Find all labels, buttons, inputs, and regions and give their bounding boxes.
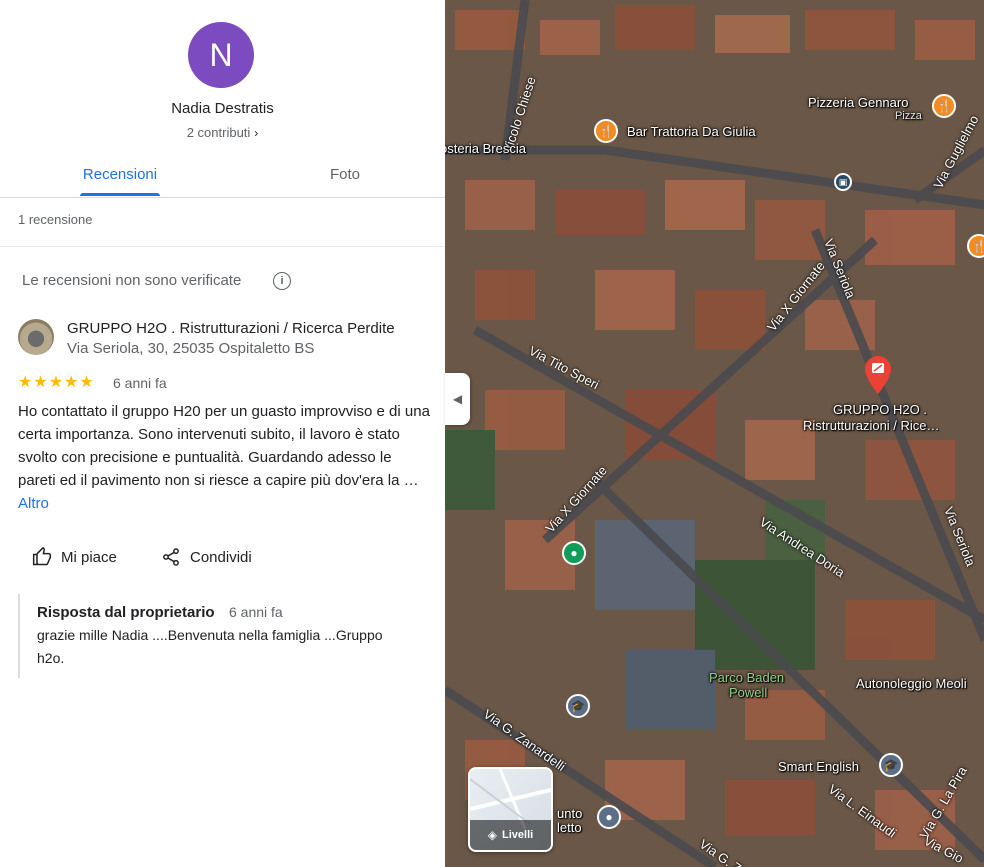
more-link[interactable]: Altro [18, 495, 49, 512]
business-name[interactable]: GRUPPO H2O . Ristrutturazioni / Ricerca … [67, 320, 395, 337]
owner-reply: Risposta dal proprietario 6 anni fa graz… [18, 594, 428, 678]
school-pin-icon[interactable]: 🎓 [566, 694, 590, 718]
map-view[interactable]: Vicolo Chiese Via Tito Speri Via X Giorn… [445, 0, 984, 867]
selected-place-label-line2[interactable]: Ristrutturazioni / Rice… [803, 418, 940, 433]
review-count: 1 recensione [18, 212, 93, 227]
side-panel: N Nadia Destratis 2 contributi › Recensio… [0, 0, 445, 867]
place-label[interactable]: osteria Brescia [445, 141, 526, 156]
share-icon [163, 548, 179, 566]
review-date: 6 anni fa [113, 375, 167, 391]
star-icon: ★ [48, 374, 64, 391]
tab-bar: Recensioni Foto [0, 150, 445, 198]
owner-reply-date: 6 anni fa [229, 604, 283, 620]
chevron-left-icon: ◀ [452, 392, 463, 406]
star-icon: ★ [79, 374, 94, 391]
place-label[interactable]: letto [557, 820, 582, 835]
place-category: Pizza [895, 110, 922, 122]
review-body: Ho contattato il gruppo H20 per un guast… [18, 403, 430, 489]
star-icon: ★ [33, 374, 48, 391]
star-rating: ★ ★ ★ ★ ★ [18, 374, 94, 392]
park-pin-icon[interactable]: ● [562, 541, 586, 565]
profile-name: Nadia Destratis [171, 100, 274, 117]
profile-avatar[interactable]: N [188, 22, 254, 88]
place-pin-icon[interactable]: ● [597, 805, 621, 829]
share-button[interactable]: Condividi [161, 544, 252, 570]
layers-label: Livelli [502, 829, 534, 841]
divider [0, 246, 445, 247]
like-label: Mi piace [61, 548, 117, 566]
school-pin-icon[interactable]: 🎓 [879, 753, 903, 777]
place-label[interactable]: unto [557, 806, 582, 821]
contributions-label: 2 contributi [186, 125, 251, 140]
review-text: Ho contattato il gruppo H20 per un guast… [18, 400, 430, 515]
selected-location-pin-icon[interactable] [865, 356, 891, 394]
restaurant-pin-icon[interactable]: 🍴 [967, 234, 984, 258]
place-label[interactable]: Autonoleggio Meoli [856, 676, 967, 691]
info-icon[interactable]: i [273, 272, 291, 290]
layers-icon: ◈ [487, 828, 498, 842]
layers-button[interactable]: ◈ Livelli [468, 767, 553, 852]
contributions-link[interactable]: 2 contributi › [0, 125, 445, 140]
owner-reply-heading: Risposta dal proprietario [37, 604, 215, 621]
business-thumbnail[interactable] [18, 319, 54, 355]
restaurant-pin-icon[interactable]: 🍴 [932, 94, 956, 118]
star-icon: ★ [18, 374, 33, 391]
place-label[interactable]: Bar Trattoria Da Giulia [627, 124, 756, 139]
owner-reply-text: grazie mille Nadia ....Benvenuta nella f… [37, 627, 383, 666]
unverified-note: Le recensioni non sono verificate [22, 272, 242, 289]
thumbs-up-icon [32, 547, 52, 566]
tab-photos[interactable]: Foto [300, 150, 390, 198]
tab-reviews[interactable]: Recensioni [78, 150, 162, 198]
like-button[interactable]: Mi piace [32, 544, 117, 570]
business-address: Via Seriola, 30, 25035 Ospitaletto BS [67, 340, 315, 357]
place-label[interactable]: Pizzeria Gennaro [808, 95, 908, 110]
park-label[interactable]: Powell [729, 685, 767, 700]
collapse-panel-button[interactable]: ◀ [445, 373, 470, 425]
chevron-right-icon: › [254, 126, 259, 140]
share-label: Condividi [190, 548, 252, 566]
star-icon: ★ [64, 374, 79, 391]
place-label[interactable]: Smart English [778, 759, 859, 774]
park-label[interactable]: Parco Baden [709, 670, 784, 685]
selected-place-label-line1[interactable]: GRUPPO H2O . [831, 402, 929, 417]
layers-label-bar: ◈ Livelli [470, 820, 551, 850]
restaurant-pin-icon[interactable]: 🍴 [594, 119, 618, 143]
bus-stop-icon[interactable]: ▣ [834, 173, 852, 191]
